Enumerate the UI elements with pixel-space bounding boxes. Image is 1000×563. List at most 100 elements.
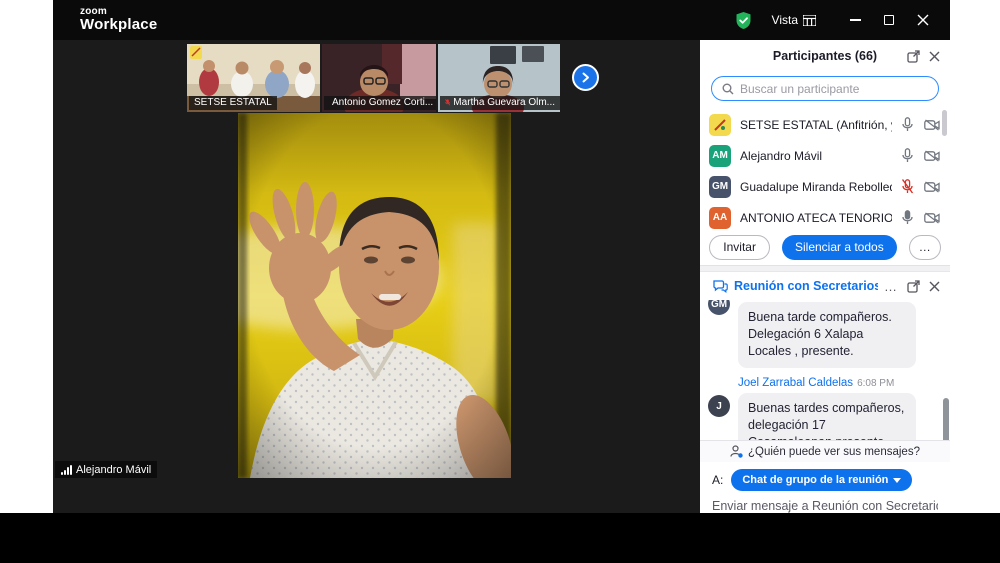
search-icon <box>722 83 734 95</box>
mic-on-icon <box>901 148 914 163</box>
recipient-selector[interactable]: Chat de grupo de la reunión <box>731 469 912 491</box>
audio-level-icon <box>61 465 72 475</box>
video-thumbnail-setse[interactable]: SETSE ESTATAL <box>187 44 320 112</box>
zoom-workplace-logo: zoom Workplace <box>53 7 157 33</box>
logo-workplace-text: Workplace <box>80 17 157 33</box>
video-area: SETSE ESTATAL Anton <box>53 40 700 513</box>
participant-row-setse[interactable]: SETSE ESTATAL (Anfitrión, yo) <box>700 109 950 140</box>
to-label: A: <box>712 473 723 487</box>
view-grid-icon <box>803 15 816 26</box>
security-shield-icon[interactable] <box>735 11 752 30</box>
popout-icon <box>907 280 920 293</box>
thumbnail-name-label: Antonio Gomez Corti... <box>324 96 436 110</box>
chat-header: Reunión con Secretarios(a... … <box>700 272 950 300</box>
participants-popout-button[interactable] <box>907 50 920 63</box>
message-time: 6:08 PM <box>857 378 894 389</box>
mute-all-button[interactable]: Silenciar a todos <box>782 235 897 260</box>
chat-message: GM Buena tarde compañeros. Delegación 6 … <box>708 302 940 368</box>
letterbox-bar <box>0 513 1000 563</box>
filmstrip-next-button[interactable] <box>572 64 599 91</box>
participant-row-guadalupe[interactable]: GM Guadalupe Miranda Rebolledo <box>700 171 950 202</box>
message-sender-row: Joel Zarrabal Caldelas 6:08 PM <box>708 377 940 389</box>
video-thumbnail-antonio[interactable]: Antonio Gomez Corti... <box>322 44 436 112</box>
chat-message-list: GM Buena tarde compañeros. Delegación 6 … <box>700 300 950 440</box>
setse-logo-icon <box>712 117 728 133</box>
participants-scrollbar[interactable] <box>942 110 947 136</box>
titlebar-controls: Vista <box>735 7 950 33</box>
chat-more-button[interactable]: … <box>884 279 898 294</box>
participant-name: SETSE ESTATAL (Anfitrión, yo) <box>740 118 892 132</box>
participant-search <box>700 72 950 107</box>
chat-message: J Buenas tardes compañeros, delegación 1… <box>708 393 940 440</box>
minimize-icon <box>850 19 861 21</box>
close-window-button[interactable] <box>906 7 940 33</box>
chevron-right-icon <box>580 72 591 83</box>
participant-row-antonio-ateca[interactable]: AA ANTONIO ATECA TENORIO <box>700 202 950 229</box>
search-input[interactable] <box>740 82 928 96</box>
message-avatar: GM <box>708 300 730 315</box>
participant-avatar: AA <box>709 207 731 229</box>
side-panel: Participantes (66) <box>700 40 950 513</box>
view-label: Vista <box>772 13 798 27</box>
message-sender[interactable]: Joel Zarrabal Caldelas <box>738 377 853 389</box>
person-privacy-icon <box>730 445 743 458</box>
chat-bubbles-icon <box>713 280 728 293</box>
participants-title: Participantes (66) <box>773 49 877 63</box>
window-content: SETSE ESTATAL Anton <box>53 40 950 513</box>
camera-off-icon <box>924 119 940 131</box>
participants-header: Participantes (66) <box>700 40 950 72</box>
titlebar: zoom Workplace Vista <box>53 0 950 40</box>
participant-avatar-logo <box>709 114 731 136</box>
panel-divider <box>700 265 950 272</box>
close-icon <box>929 281 940 292</box>
chat-compose: A: Chat de grupo de la reunión <box>700 462 950 513</box>
mic-on-icon <box>901 210 914 225</box>
main-speaker-video <box>238 113 511 478</box>
maximize-button[interactable] <box>872 7 906 33</box>
video-thumbnail-martha[interactable]: Martha Guevara Olm... <box>438 44 560 112</box>
popout-icon <box>907 50 920 63</box>
participant-list: SETSE ESTATAL (Anfitrión, yo) AM Alejand… <box>700 107 950 229</box>
camera-off-icon <box>924 150 940 162</box>
participants-close-button[interactable] <box>929 51 940 62</box>
chat-title: Reunión con Secretarios(a... <box>734 279 878 293</box>
speaker-name: Alejandro Mávil <box>76 464 151 476</box>
mic-muted-icon <box>901 179 914 194</box>
participant-name: Guadalupe Miranda Rebolledo <box>740 180 892 194</box>
active-speaker-name-tag: Alejandro Mávil <box>55 461 157 478</box>
camera-off-icon <box>924 212 940 224</box>
zoom-window: zoom Workplace Vista <box>53 0 950 513</box>
privacy-label: ¿Quién puede ver sus mensajes? <box>748 446 920 458</box>
close-icon <box>929 51 940 62</box>
close-icon <box>917 14 929 26</box>
screenshot-canvas: zoom Workplace Vista <box>0 0 1000 563</box>
recipient-label: Chat de grupo de la reunión <box>742 474 888 486</box>
chat-popout-button[interactable] <box>907 280 920 293</box>
view-button[interactable]: Vista <box>772 13 816 27</box>
message-bubble[interactable]: Buena tarde compañeros. Delegación 6 Xal… <box>738 302 916 368</box>
message-bubble[interactable]: Buenas tardes compañeros, delegación 17 … <box>738 393 916 440</box>
chat-scrollbar[interactable] <box>943 398 949 440</box>
camera-off-icon <box>924 181 940 193</box>
participant-name: ANTONIO ATECA TENORIO <box>740 211 892 225</box>
search-box[interactable] <box>711 76 939 101</box>
chat-close-button[interactable] <box>929 281 940 292</box>
minimize-button[interactable] <box>838 7 872 33</box>
muted-mic-icon <box>445 99 450 106</box>
participants-actions: Invitar Silenciar a todos … <box>700 229 950 265</box>
thumbnail-name-label: SETSE ESTATAL <box>189 96 277 110</box>
maximize-icon <box>884 15 894 25</box>
message-avatar: J <box>708 395 730 417</box>
chat-message-input[interactable] <box>712 499 938 513</box>
participant-avatar: AM <box>709 145 731 167</box>
invite-button[interactable]: Invitar <box>709 235 770 260</box>
participant-avatar: GM <box>709 176 731 198</box>
speaker-video-frame <box>238 113 511 478</box>
mic-on-icon <box>901 117 914 132</box>
thumbnail-name-label: Martha Guevara Olm... <box>440 96 560 110</box>
chevron-down-icon <box>893 478 901 483</box>
chat-privacy-row[interactable]: ¿Quién puede ver sus mensajes? <box>700 440 950 462</box>
participant-row-alejandro[interactable]: AM Alejandro Mávil <box>700 140 950 171</box>
participant-name: Alejandro Mávil <box>740 149 892 163</box>
participants-more-button[interactable]: … <box>909 235 941 260</box>
